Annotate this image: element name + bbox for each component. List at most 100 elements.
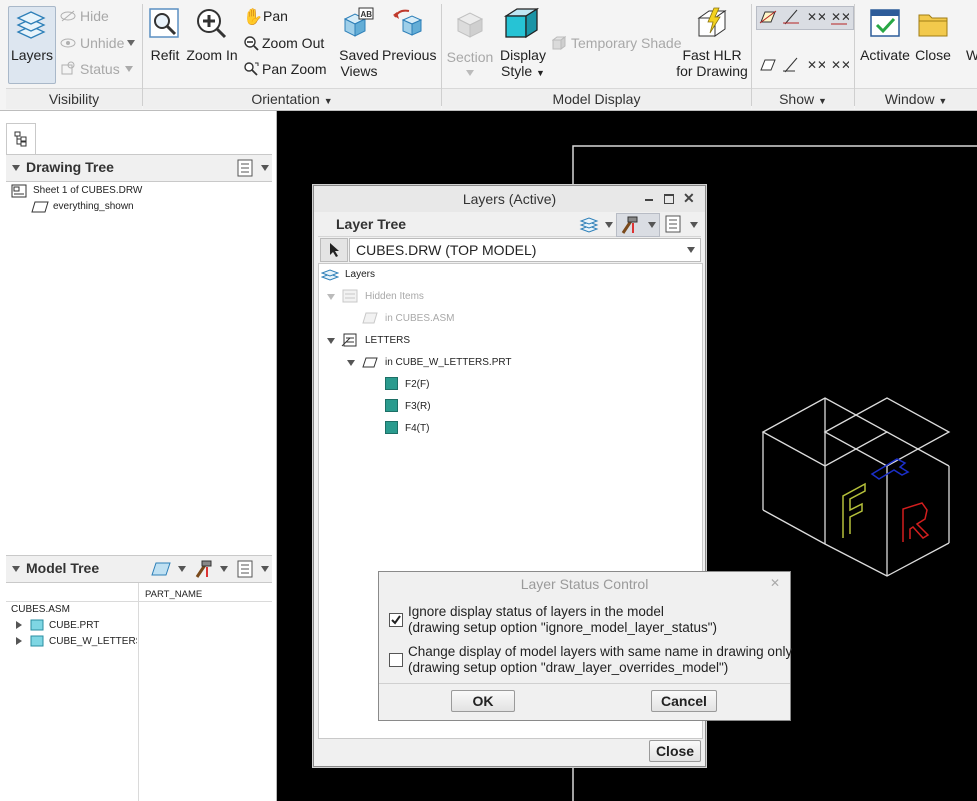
show-datum-plane-icon[interactable] bbox=[758, 8, 778, 26]
hide-button[interactable]: Hide bbox=[80, 6, 109, 26]
hidden-items-icon bbox=[342, 289, 358, 303]
status-dialog-close-icon[interactable]: ✕ bbox=[770, 576, 780, 590]
status-button[interactable]: Status bbox=[80, 59, 120, 79]
show-datum-point-icon[interactable]: ✕✕ bbox=[805, 8, 825, 26]
model-tree-expand-icon-1[interactable] bbox=[16, 621, 22, 629]
model-tree-root[interactable]: CUBES.ASM bbox=[11, 604, 70, 615]
window-dropdown-icon: ▼ bbox=[938, 96, 948, 106]
layer-tree-feature-f4[interactable]: F4(T) bbox=[405, 423, 429, 434]
draw-layer-overrides-checkbox[interactable] bbox=[389, 653, 403, 667]
drawing-tree-collapse-icon[interactable] bbox=[12, 165, 20, 171]
display-style-button[interactable]: Display Style ▼ bbox=[495, 47, 551, 81]
layer-tree-feature-f2[interactable]: F2(F) bbox=[405, 379, 429, 390]
show-plane-tag-icon[interactable] bbox=[758, 56, 778, 74]
part-expand-icon[interactable] bbox=[347, 360, 355, 366]
model-tree-item-cube-w-letters[interactable]: CUBE_W_LETTERS.! bbox=[49, 636, 137, 647]
zoom-in-icon bbox=[197, 9, 227, 39]
select-model-button[interactable] bbox=[320, 238, 348, 262]
layer-tree-feature-f3[interactable]: F3(R) bbox=[405, 401, 431, 412]
window-overflow[interactable]: W bbox=[966, 47, 977, 63]
unhide-dropdown-icon[interactable] bbox=[127, 40, 135, 46]
drawing-tree-item-view[interactable]: everything_shown bbox=[53, 201, 134, 212]
status-icon bbox=[61, 61, 75, 75]
model-tree-settings-dropdown[interactable] bbox=[261, 566, 269, 572]
drawing-tree-settings-dropdown[interactable] bbox=[261, 165, 269, 171]
ok-button[interactable]: OK bbox=[451, 690, 515, 712]
saved-views-button[interactable]: Saved Views bbox=[336, 47, 382, 79]
unhide-icon bbox=[60, 38, 76, 48]
layer-tree-in-cubes-asm[interactable]: in CUBES.ASM bbox=[385, 313, 454, 324]
show-csys-tag-icon[interactable]: ✕✕ bbox=[829, 56, 849, 74]
model-tree-show-dropdown[interactable] bbox=[178, 566, 186, 572]
cancel-button[interactable]: Cancel bbox=[651, 690, 717, 712]
model-tree-settings-icon[interactable] bbox=[236, 560, 254, 578]
model-tree-collapse-icon[interactable] bbox=[12, 566, 20, 572]
model-tree-column-divider bbox=[138, 583, 139, 801]
unhide-button[interactable]: Unhide bbox=[80, 33, 124, 53]
layer-tree-hidden-items[interactable]: Hidden Items bbox=[365, 291, 424, 302]
window-group-label[interactable]: Window ▼ bbox=[855, 88, 977, 109]
option2-line2: (drawing setup option "draw_layer_overri… bbox=[408, 660, 729, 675]
orientation-dropdown-icon: ▼ bbox=[323, 96, 333, 106]
svg-text:✕✕: ✕✕ bbox=[831, 10, 849, 24]
model-tree-column-header[interactable]: PART_NAME bbox=[145, 589, 202, 600]
model-tree-expand-icon-2[interactable] bbox=[16, 637, 22, 645]
layer-show-icon[interactable] bbox=[579, 216, 599, 234]
model-tree-show-icon[interactable] bbox=[150, 560, 172, 578]
model-select-dropdown-icon[interactable] bbox=[687, 247, 695, 253]
model-tree-tools-icon[interactable] bbox=[193, 559, 213, 579]
section-icon bbox=[456, 12, 484, 38]
section-button[interactable]: Section bbox=[444, 49, 496, 65]
layers-close-button[interactable]: Close bbox=[649, 740, 701, 762]
close-dialog-icon[interactable]: ✕ bbox=[683, 190, 695, 207]
show-axis-tag-icon[interactable] bbox=[781, 56, 801, 74]
minimize-icon[interactable] bbox=[645, 199, 653, 201]
hidden-items-expand-icon[interactable] bbox=[327, 294, 335, 300]
status-dialog-titlebar[interactable]: Layer Status Control bbox=[379, 572, 790, 596]
part-icon bbox=[30, 635, 44, 647]
letters-expand-icon[interactable] bbox=[327, 338, 335, 344]
layer-tools-dropdown[interactable] bbox=[648, 222, 656, 228]
cube-wireframe bbox=[761, 397, 951, 577]
temporary-shade-button[interactable]: Temporary Shade bbox=[571, 33, 682, 53]
svg-text:✕✕: ✕✕ bbox=[831, 58, 849, 72]
feature-icon bbox=[385, 399, 398, 412]
layer-show-dropdown[interactable] bbox=[605, 222, 613, 228]
layer-settings-dropdown[interactable] bbox=[690, 222, 698, 228]
letters-layer-icon bbox=[341, 333, 357, 347]
status-dropdown-icon[interactable] bbox=[125, 66, 133, 72]
maximize-icon[interactable] bbox=[664, 194, 674, 204]
model-tree-item-cube[interactable]: CUBE.PRT bbox=[49, 620, 99, 631]
previous-icon bbox=[393, 9, 423, 36]
show-group-label[interactable]: Show ▼ bbox=[752, 88, 854, 109]
layer-tree-root[interactable]: Layers bbox=[345, 269, 375, 280]
previous-button[interactable]: Previous bbox=[382, 47, 436, 63]
layer-tree-letters[interactable]: LETTERS bbox=[365, 335, 410, 346]
ignore-model-status-checkbox[interactable] bbox=[389, 613, 403, 627]
show-datum-axis-icon[interactable] bbox=[781, 8, 801, 26]
drawing-tree-settings-icon[interactable] bbox=[236, 159, 254, 177]
close-window-button[interactable]: Close bbox=[912, 47, 954, 63]
drawing-tree-item-sheet[interactable]: Sheet 1 of CUBES.DRW bbox=[33, 185, 142, 196]
layers-root-icon bbox=[321, 269, 339, 281]
orientation-group-label[interactable]: Orientation ▼ bbox=[143, 88, 441, 109]
model-tree-tools-dropdown[interactable] bbox=[220, 566, 228, 572]
show-csys-icon[interactable]: ✕✕ bbox=[829, 8, 849, 26]
pan-button[interactable]: Pan bbox=[263, 6, 288, 26]
zoom-out-button[interactable]: Zoom Out bbox=[262, 33, 324, 53]
fast-hlr-label-2: for Drawing bbox=[676, 63, 748, 79]
pan-zoom-button[interactable]: Pan Zoom bbox=[262, 59, 327, 79]
navigator-tab[interactable] bbox=[6, 123, 36, 154]
show-point-tag-icon[interactable]: ✕✕ bbox=[805, 56, 825, 74]
model-select[interactable]: CUBES.DRW (TOP MODEL) bbox=[349, 238, 701, 262]
layer-tree-in-part[interactable]: in CUBE_W_LETTERS.PRT bbox=[385, 357, 512, 368]
zoom-out-icon bbox=[244, 36, 259, 51]
fast-hlr-button[interactable]: Fast HLR for Drawing bbox=[672, 47, 752, 79]
section-dropdown-icon[interactable] bbox=[466, 70, 474, 76]
refit-button[interactable]: Refit bbox=[146, 47, 184, 63]
zoom-in-button[interactable]: Zoom In bbox=[186, 47, 238, 63]
activate-button[interactable]: Activate bbox=[858, 47, 912, 63]
layer-settings-icon[interactable] bbox=[664, 215, 682, 233]
show-dropdown-icon: ▼ bbox=[818, 96, 827, 106]
saved-views-icon: AB bbox=[343, 7, 374, 37]
